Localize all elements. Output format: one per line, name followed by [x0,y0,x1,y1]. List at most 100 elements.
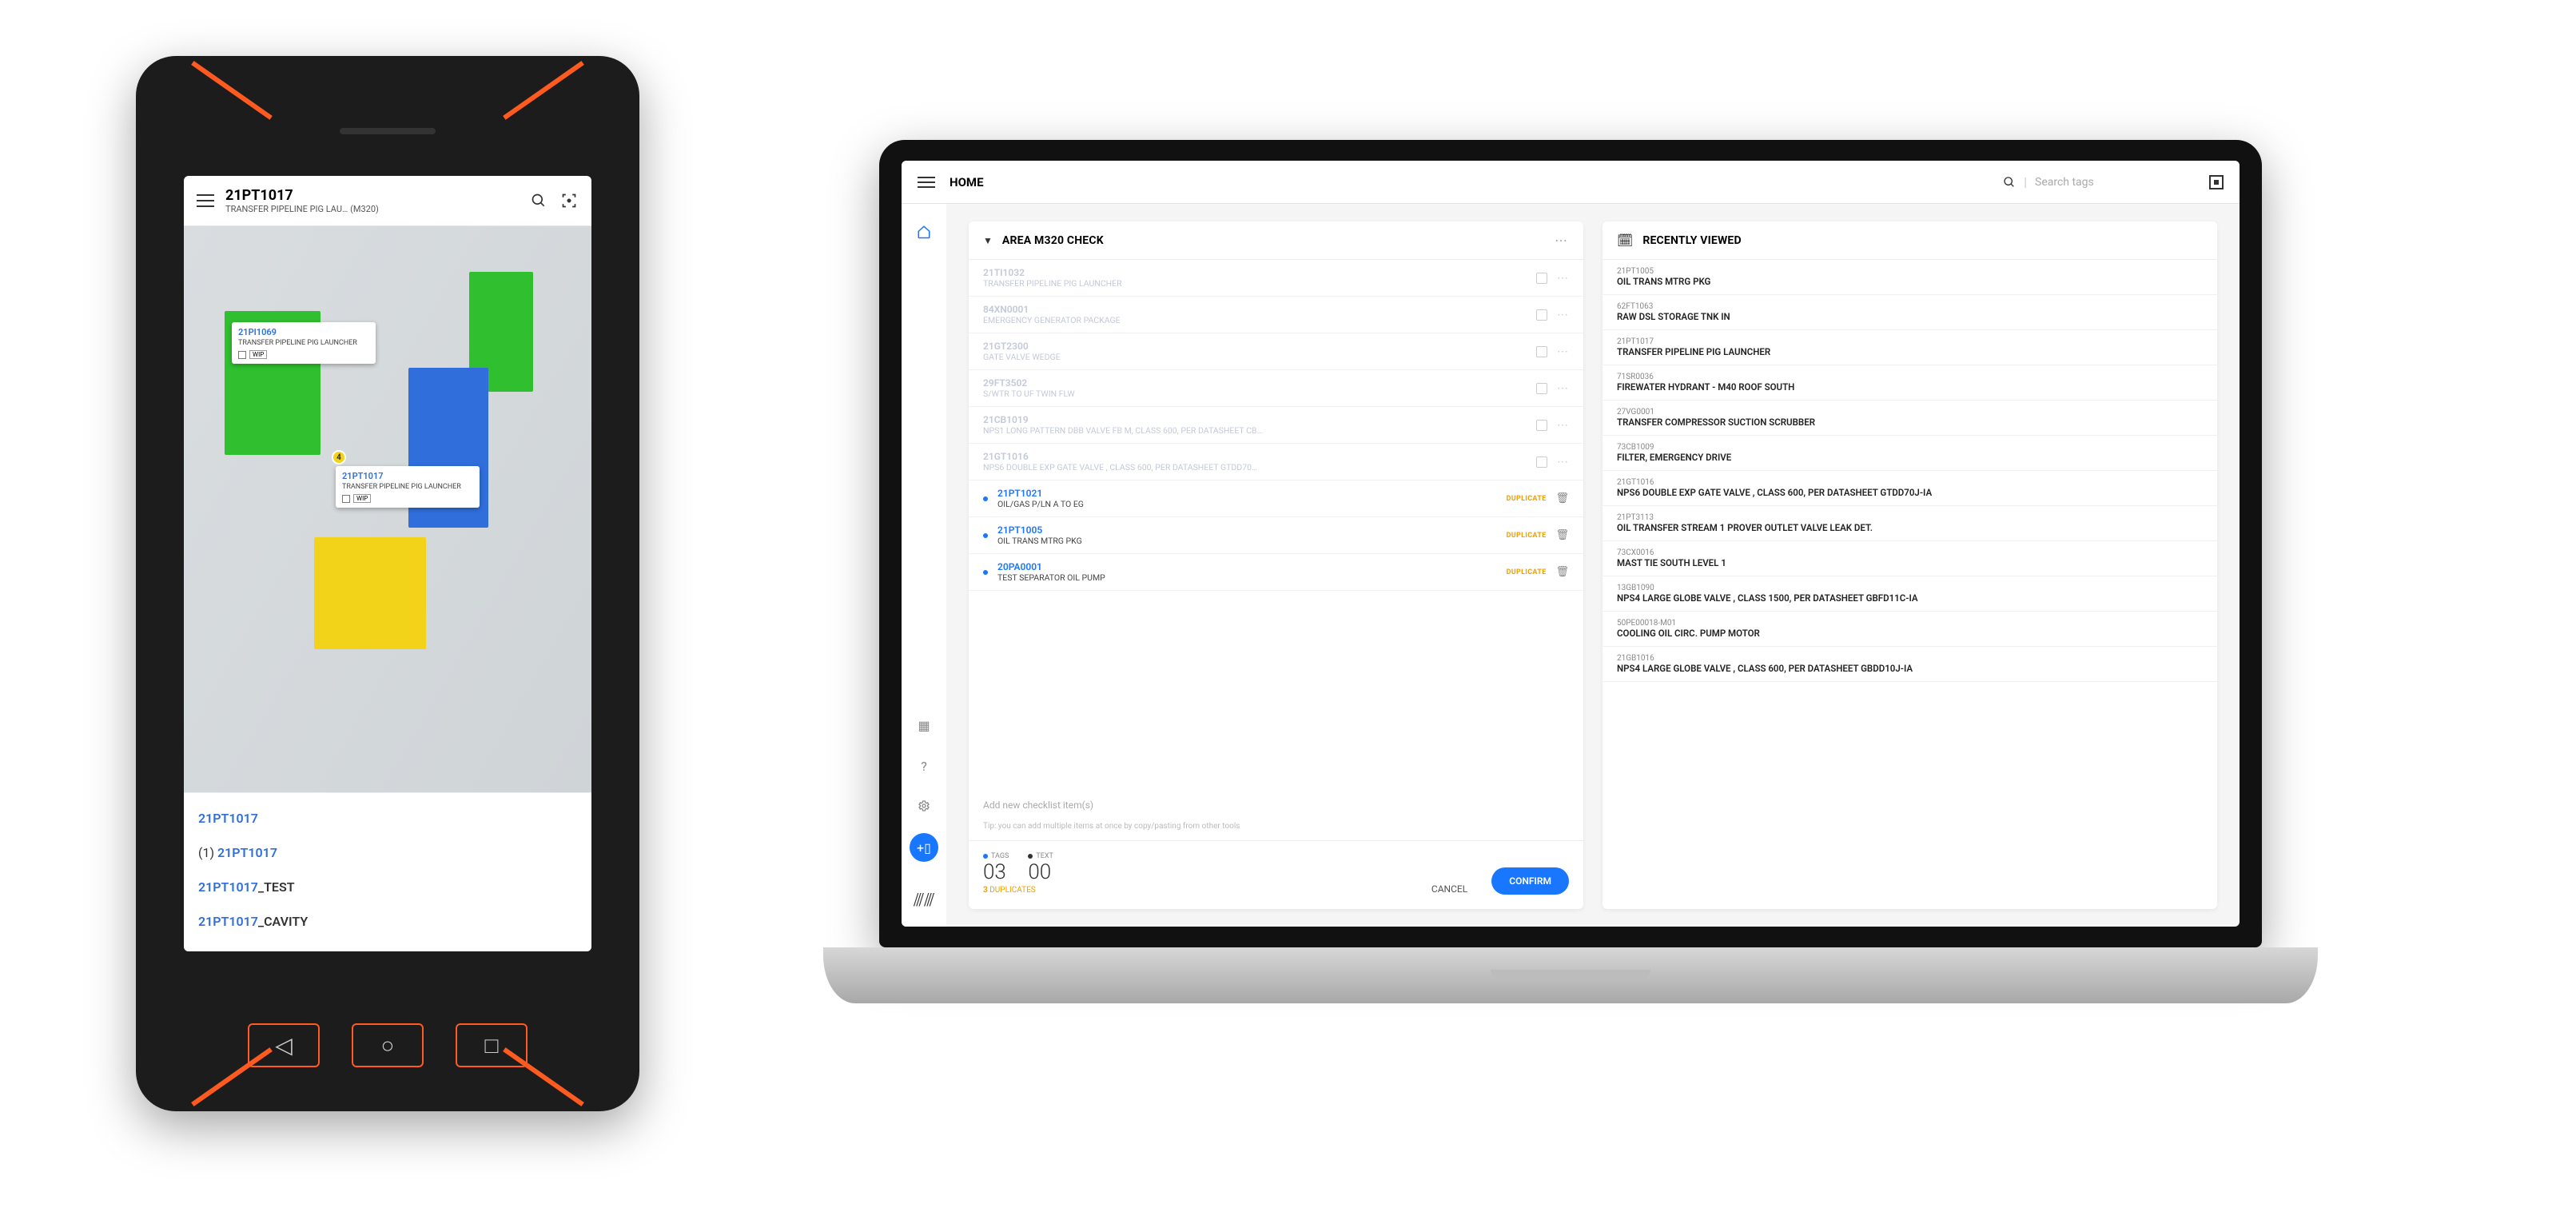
more-icon[interactable]: ⋯ [1557,309,1569,321]
search-input[interactable] [2035,176,2195,189]
recent-id: 50PE00018-M01 [1617,619,2203,628]
suggestion-suffix: _CAVITY [258,914,308,929]
recent-id: 21PT1017 [1617,337,2203,346]
pin-badges: WIP [342,494,473,503]
recent-item[interactable]: 62FT1063 RAW DSL STORAGE TNK IN [1603,295,2217,330]
more-icon[interactable]: ⋯ [1557,419,1569,432]
checkbox[interactable] [1536,383,1547,394]
checklist-row[interactable]: 21TI1032 TRANSFER PIPELINE PIG LAUNCHER … [969,260,1583,297]
recent-item[interactable]: 21GT1016 NPS6 DOUBLE EXP GATE VALVE , CL… [1603,471,2217,506]
recent-item[interactable]: 27VG0001 TRANSFER COMPRESSOR SUCTION SCR… [1603,401,2217,436]
more-icon[interactable]: ⋯ [1557,345,1569,358]
recent-desc: NPS6 DOUBLE EXP GATE VALVE , CLASS 600, … [1617,487,2203,498]
android-home-button[interactable]: ○ [352,1023,424,1067]
row-desc: NPS6 DOUBLE EXP GATE VALVE , CLASS 600, … [983,462,1527,472]
fullscreen-icon[interactable] [2209,175,2224,189]
add-item-input[interactable]: Add new checklist item(s) [969,788,1583,822]
row-desc: OIL TRANS MTRG PKG [997,536,1497,546]
checklist-header: ▼ AREA M320 CHECK ⋯ [969,221,1583,260]
home-icon[interactable] [912,220,936,244]
more-icon[interactable]: ⋯ [1555,233,1569,248]
row-id: 21CB1019 [983,414,1527,425]
recent-desc: MAST TIE SOUTH LEVEL 1 [1617,557,2203,568]
more-icon[interactable]: ⋯ [1557,382,1569,395]
android-recent-button[interactable]: □ [456,1023,528,1067]
scan-icon[interactable] [559,191,579,210]
delete-icon[interactable]: 🗑 [1555,529,1569,541]
recent-item[interactable]: 13GB1090 NPS4 LARGE GLOBE VALVE , CLASS … [1603,576,2217,612]
text-label: TEXT [1036,852,1053,860]
delete-icon[interactable]: 🗑 [1555,566,1569,578]
tag-pin[interactable]: 21PT1017 TRANSFER PIPELINE PIG LAUNCHER … [336,466,480,508]
recent-item[interactable]: 21GB1016 NPS4 LARGE GLOBE VALVE , CLASS … [1603,647,2217,682]
calendar-icon: 🗓 [1617,233,1633,248]
more-icon[interactable]: ⋯ [1557,272,1569,285]
phone-accent [191,61,273,120]
recent-item[interactable]: 21PT1017 TRANSFER PIPELINE PIG LAUNCHER [1603,330,2217,365]
checkbox[interactable] [1536,420,1547,431]
tag-pin[interactable]: 21PI1069 TRANSFER PIPELINE PIG LAUNCHER … [232,322,376,364]
menu-icon[interactable] [197,194,214,207]
recent-id: 21PT1005 [1617,267,2203,276]
search-field[interactable]: | [2003,174,2195,189]
add-fab-button[interactable]: +▯ [910,833,938,862]
checklist-row-new[interactable]: 21PT1021 OIL/GAS P/LN A TO EG DUPLICATE … [969,480,1583,517]
recent-item[interactable]: 50PE00018-M01 COOLING OIL CIRC. PUMP MOT… [1603,612,2217,647]
row-id: 84XN0001 [983,304,1527,315]
suggestion-item[interactable]: 21PT1017_TEST [198,870,577,904]
android-back-button[interactable]: ◁ [248,1023,320,1067]
phone-accent [503,61,584,120]
cancel-button[interactable]: CANCEL [1431,883,1467,895]
phone-3d-viewport[interactable]: 21PI1069 TRANSFER PIPELINE PIG LAUNCHER … [184,226,591,792]
recent-id: 71SR0036 [1617,373,2203,381]
checklist-row[interactable]: 84XN0001 EMERGENCY GENERATOR PACKAGE ⋯ [969,297,1583,333]
checklist-row[interactable]: 21GT1016 NPS6 DOUBLE EXP GATE VALVE , CL… [969,444,1583,480]
confirm-button[interactable]: CONFIRM [1491,867,1569,895]
row-id: 21PT1021 [997,488,1497,499]
checklist-row-new[interactable]: 21PT1005 OIL TRANS MTRG PKG DUPLICATE 🗑 [969,517,1583,554]
checkbox[interactable] [1536,273,1547,284]
pin-status-icon [342,495,350,503]
recent-item[interactable]: 71SR0036 FIREWATER HYDRANT - M40 ROOF SO… [1603,365,2217,401]
menu-icon[interactable] [918,177,935,188]
row-id: 21PT1005 [997,524,1497,536]
dashboard-icon[interactable]: ▦ [913,713,934,738]
recent-item[interactable]: 73CX0016 MAST TIE SOUTH LEVEL 1 [1603,541,2217,576]
suggestion-item[interactable]: 21PT1017_CAVITY [198,904,577,939]
search-icon[interactable] [529,191,548,210]
checkbox[interactable] [1536,346,1547,357]
more-icon[interactable]: ⋯ [1557,456,1569,468]
checklist-row-new[interactable]: 20PA0001 TEST SEPARATOR OIL PUMP DUPLICA… [969,554,1583,591]
collapse-icon[interactable]: ▼ [983,235,993,246]
recent-desc: OIL TRANS MTRG PKG [1617,276,2203,287]
recent-desc: OIL TRANSFER STREAM 1 PROVER OUTLET VALV… [1617,522,2203,533]
cluster-marker[interactable]: 4 [332,450,346,464]
suggestion-id: 21PT1017 [198,879,258,895]
breadcrumb-home[interactable]: HOME [950,175,984,189]
recent-item[interactable]: 21PT1005 OIL TRANS MTRG PKG [1603,260,2217,295]
row-id: 21GT2300 [983,341,1527,352]
pin-id: 21PT1017 [342,471,473,481]
recent-desc: FILTER, EMERGENCY DRIVE [1617,452,2203,463]
phone-title-block: 21PT1017 TRANSFER PIPELINE PIG LAU… (M32… [225,187,518,214]
suggestion-item[interactable]: 21PT1017 [198,801,577,835]
text-count: 00 [1028,860,1053,884]
checkbox[interactable] [1536,457,1547,468]
suggestion-item[interactable]: (1) 21PT1017 [198,835,577,870]
delete-icon[interactable]: 🗑 [1555,492,1569,504]
checklist-row[interactable]: 29FT3502 S/WTR TO UF TWIN FLW ⋯ [969,370,1583,407]
sidebar-rail: ▦ ? +▯ ⫻⫻ [902,204,946,927]
row-desc: GATE VALVE WEDGE [983,352,1527,362]
help-icon[interactable]: ? [916,754,932,779]
phone-nav-bar: ◁ ○ □ [248,1023,528,1067]
recent-item[interactable]: 73CB1009 FILTER, EMERGENCY DRIVE [1603,436,2217,471]
row-desc: OIL/GAS P/LN A TO EG [997,499,1497,509]
checklist-row[interactable]: 21CB1019 NPS1 LONG PATTERN DBB VALVE FB … [969,407,1583,444]
text-counter: TEXT 00 [1028,852,1053,884]
recent-id: 62FT1063 [1617,302,2203,311]
recent-item[interactable]: 21PT3113 OIL TRANSFER STREAM 1 PROVER OU… [1603,506,2217,541]
checklist-row[interactable]: 21GT2300 GATE VALVE WEDGE ⋯ [969,333,1583,370]
settings-icon[interactable] [913,795,935,817]
recent-desc: NPS4 LARGE GLOBE VALVE , CLASS 600, PER … [1617,663,2203,674]
checkbox[interactable] [1536,309,1547,321]
